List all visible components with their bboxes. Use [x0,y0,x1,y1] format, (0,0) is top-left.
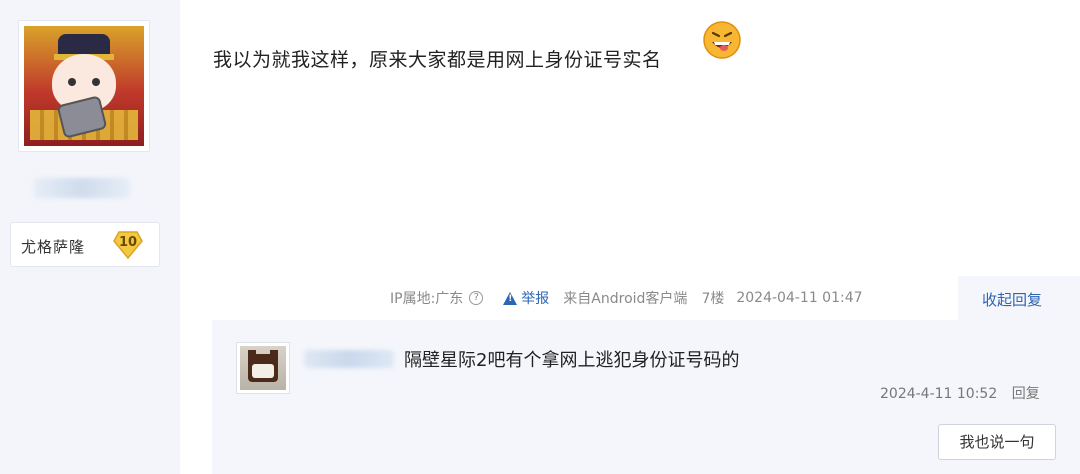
badge-name: 尤格萨隆 [21,238,86,256]
author-avatar[interactable] [18,20,150,152]
post-content: 我以为就我这样，原来大家都是用网上身份证号实名 [213,49,662,71]
author-name-redacted [34,178,130,198]
level-badge: 10 [111,229,145,259]
reply-timestamp: 2024-4-11 10:52 [880,386,998,402]
post-timestamp: 2024-04-11 01:47 [736,290,863,306]
collapse-replies-label: 收起回复 [982,291,1043,309]
report-link[interactable]: 举报 [503,288,549,308]
floor-number: 7楼 [701,291,725,307]
reply-author-redacted [304,350,394,368]
reply-content: 隔壁星际2吧有个拿网上逃犯身份证号码的 [404,350,740,371]
help-icon[interactable]: ? [469,291,484,305]
collapse-replies-tab[interactable]: 收起回复 [958,276,1080,320]
reply-link[interactable]: 回复 [1012,386,1040,402]
reply-avatar-image [240,346,286,390]
reply-meta: 2024-4-11 10:52 回复 [880,383,1040,403]
reply-panel: 隔壁星际2吧有个拿网上逃犯身份证号码的 2024-4-11 10:52 回复 我… [212,320,1080,474]
ip-location: IP属地:广东 [390,291,464,307]
warning-icon [503,291,518,305]
author-sidebar: 尤格萨隆 10 [0,0,180,474]
grinning-tongue-emoji-icon [702,20,742,60]
report-label: 举报 [521,291,550,307]
avatar-image [24,26,144,146]
add-comment-button[interactable]: 我也说一句 [938,424,1056,460]
member-badge[interactable]: 尤格萨隆 10 [10,222,160,267]
client-source: 来自Android客户端 [563,291,688,307]
reply-avatar[interactable] [236,342,290,394]
post-meta: IP属地:广东 ? 举报 来自Android客户端 7楼 2024-04-11 … [390,288,863,308]
level-number: 10 [118,235,138,250]
